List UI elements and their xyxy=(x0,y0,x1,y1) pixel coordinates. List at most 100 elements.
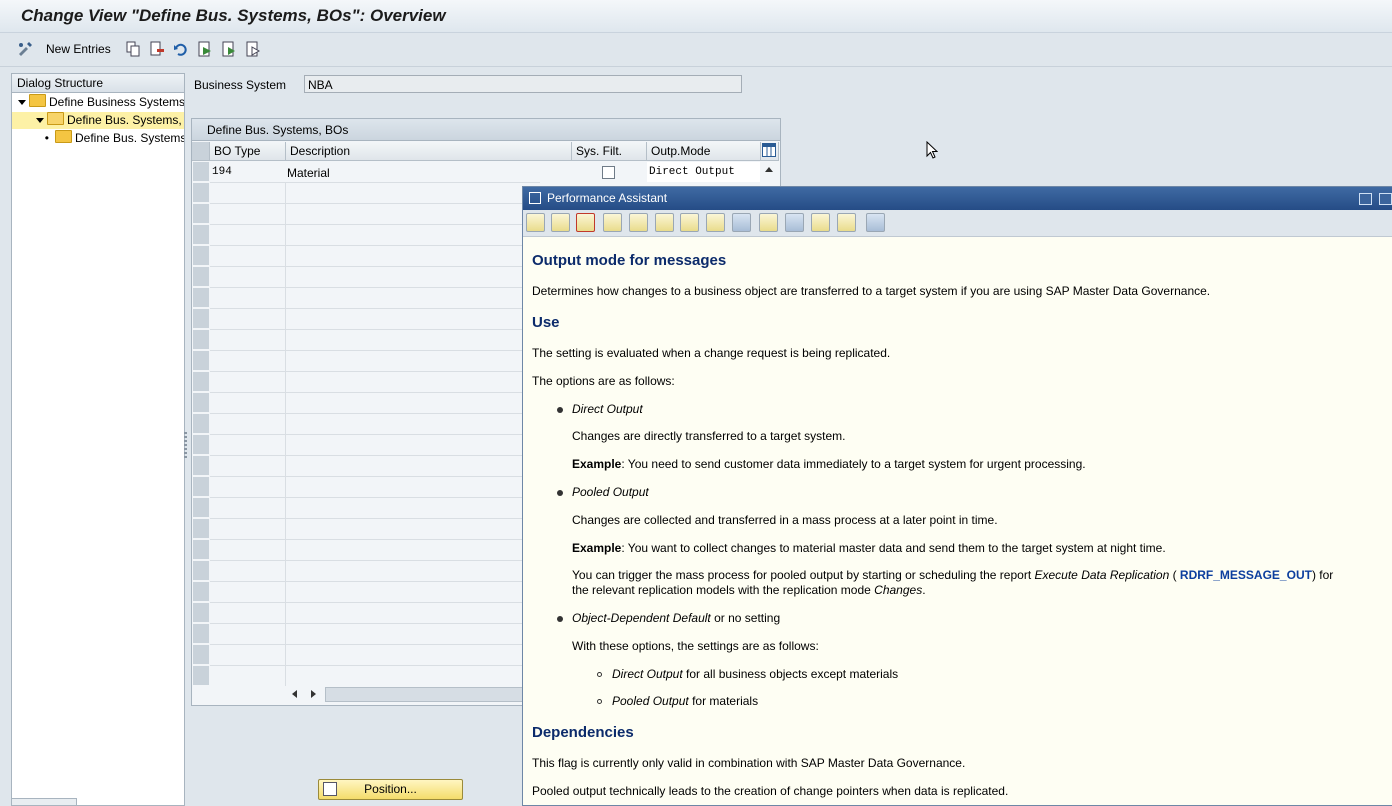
row-divider xyxy=(210,329,540,330)
horizontal-scrollbar[interactable] xyxy=(325,687,527,702)
copy-icon[interactable] xyxy=(125,40,141,58)
cell-bo-type[interactable]: 194 xyxy=(212,166,232,178)
technical-info-icon[interactable] xyxy=(603,213,622,232)
scroll-right-icon[interactable] xyxy=(311,690,316,698)
pa-title-bar[interactable]: Performance Assistant xyxy=(523,187,1392,210)
col-outp-mode[interactable]: Outp.Mode xyxy=(647,142,761,161)
row-selector[interactable] xyxy=(193,225,209,245)
bookmark-icon[interactable] xyxy=(732,213,751,232)
expand-arrow-icon[interactable] xyxy=(36,118,44,123)
deselect-all-icon[interactable] xyxy=(245,40,261,58)
row-selector[interactable] xyxy=(193,561,209,581)
bullet-icon xyxy=(557,490,563,496)
index-icon[interactable] xyxy=(706,213,725,232)
tree-item-define-bus-systems[interactable]: • Define Bus. Systems xyxy=(12,130,184,147)
row-selector[interactable] xyxy=(193,351,209,371)
tree-item-define-bus-systems-bos[interactable]: Define Bus. Systems, BOs xyxy=(12,112,184,129)
row-divider xyxy=(210,665,540,666)
undo-icon[interactable] xyxy=(173,40,189,58)
glossary-icon[interactable] xyxy=(811,213,830,232)
row-divider xyxy=(210,581,540,582)
comment-icon[interactable] xyxy=(759,213,778,232)
paragraph-direct-example: Example: You need to send customer data … xyxy=(572,457,1086,472)
select-all-rows[interactable] xyxy=(192,142,210,161)
row-selector[interactable] xyxy=(193,666,209,686)
option-pooled-output: Pooled Output xyxy=(572,485,649,499)
splitter-handle[interactable] xyxy=(184,432,187,460)
close-icon[interactable] xyxy=(866,213,885,232)
expand-arrow-icon[interactable] xyxy=(18,100,26,105)
scroll-left-icon[interactable] xyxy=(292,690,297,698)
report-link[interactable]: RDRF_MESSAGE_OUT xyxy=(1180,568,1312,582)
row-selector[interactable] xyxy=(193,540,209,560)
search-icon[interactable] xyxy=(655,213,674,232)
direct-output-text: Direct Output xyxy=(612,667,683,681)
row-selector[interactable] xyxy=(193,372,209,392)
row-selector[interactable] xyxy=(193,393,209,413)
row-selector[interactable] xyxy=(193,456,209,476)
row-selector[interactable] xyxy=(193,162,209,182)
row-selector[interactable] xyxy=(193,414,209,434)
row-selector[interactable] xyxy=(193,645,209,665)
row-selector[interactable] xyxy=(193,624,209,644)
row-selector[interactable] xyxy=(193,582,209,602)
row-selector[interactable] xyxy=(193,519,209,539)
paragraph-with-these: With these options, the settings are as … xyxy=(572,639,819,653)
bullet-icon xyxy=(557,616,563,622)
row-selector[interactable] xyxy=(193,204,209,224)
tree-horizontal-scrollbar[interactable] xyxy=(11,798,77,806)
pooled-example-text: : You want to collect changes to materia… xyxy=(621,541,1166,555)
table-caption: Define Bus. Systems, BOs xyxy=(192,119,780,141)
row-divider xyxy=(210,308,540,309)
position-button[interactable]: Position... xyxy=(318,779,463,800)
row-selector[interactable] xyxy=(193,288,209,308)
performance-assistant-window: Performance Assistant Output mode for me… xyxy=(522,186,1392,806)
paragraph-pooled-tech: Pooled output technically leads to the c… xyxy=(532,784,1009,798)
col-bo-type[interactable]: BO Type xyxy=(210,142,286,161)
row-selector[interactable] xyxy=(193,435,209,455)
minimize-icon[interactable] xyxy=(1359,193,1372,205)
paragraph-flag: This flag is currently only valid in com… xyxy=(532,756,966,770)
row-divider xyxy=(210,371,540,372)
new-entries-button[interactable]: New Entries xyxy=(46,40,111,58)
display-change-icon[interactable] xyxy=(17,40,33,58)
business-system-field[interactable]: NBA xyxy=(304,75,742,93)
application-help-icon[interactable] xyxy=(576,213,595,232)
sys-filt-checkbox[interactable] xyxy=(602,166,615,179)
delete-icon[interactable] xyxy=(149,40,165,58)
notes-icon[interactable] xyxy=(837,213,856,232)
object-default-text: Object-Dependent Default xyxy=(572,611,711,625)
trigger-text: ( xyxy=(1169,568,1180,582)
row-divider xyxy=(210,266,540,267)
row-selector[interactable] xyxy=(193,603,209,623)
dialog-structure-header: Dialog Structure xyxy=(12,74,184,93)
trigger-text: You can trigger the mass process for poo… xyxy=(572,568,1035,582)
example-label: Example xyxy=(572,541,622,555)
pa-title: Performance Assistant xyxy=(547,191,668,205)
select-all-icon[interactable] xyxy=(197,40,213,58)
sub-direct-output: Direct Output for all business objects e… xyxy=(612,667,898,682)
forward-icon[interactable] xyxy=(551,213,570,232)
row-selector[interactable] xyxy=(193,267,209,287)
settings-icon[interactable] xyxy=(680,213,699,232)
outp-mode-select[interactable]: Direct Output xyxy=(647,162,760,182)
table-settings-icon[interactable] xyxy=(761,142,779,161)
col-sys-filt[interactable]: Sys. Filt. xyxy=(572,142,647,161)
row-divider xyxy=(210,518,540,519)
print-icon[interactable] xyxy=(785,213,804,232)
row-selector[interactable] xyxy=(193,309,209,329)
col-description[interactable]: Description xyxy=(286,142,572,161)
edit-icon[interactable] xyxy=(629,213,648,232)
row-selector[interactable] xyxy=(193,330,209,350)
row-selector[interactable] xyxy=(193,498,209,518)
row-divider xyxy=(210,560,540,561)
back-icon[interactable] xyxy=(526,213,545,232)
tree-item-define-business-systems[interactable]: Define Business Systems xyxy=(12,94,184,111)
row-selector[interactable] xyxy=(193,246,209,266)
maximize-icon[interactable] xyxy=(1379,193,1392,205)
paragraph-setting: The setting is evaluated when a change r… xyxy=(532,346,891,360)
row-selector[interactable] xyxy=(193,183,209,203)
scroll-up-icon[interactable] xyxy=(765,167,773,172)
row-selector[interactable] xyxy=(193,477,209,497)
select-block-icon[interactable] xyxy=(221,40,237,58)
